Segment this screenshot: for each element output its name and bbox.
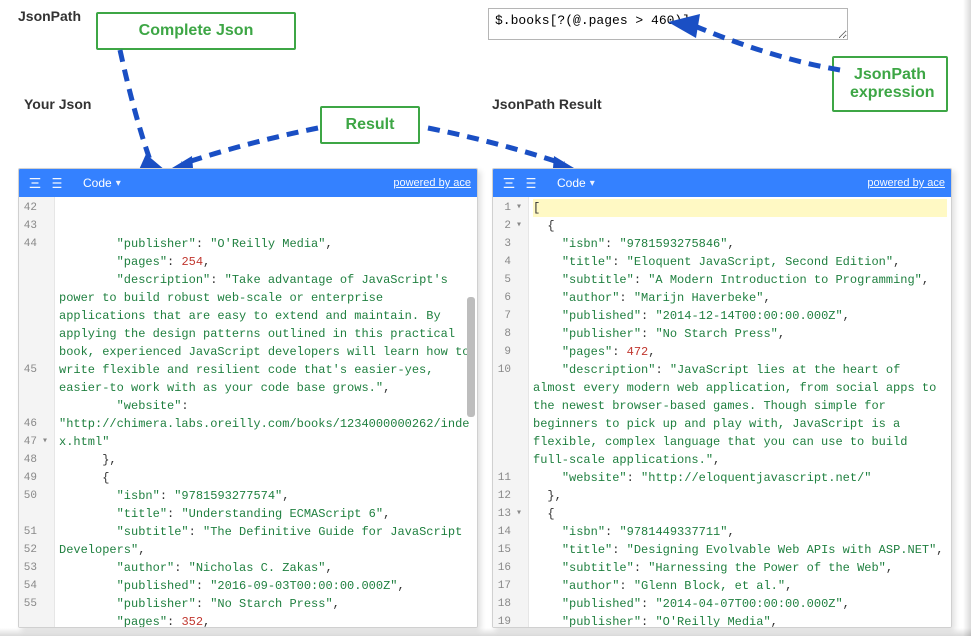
code-line[interactable]: "pages": 472,	[533, 343, 947, 361]
expand-icon[interactable]	[499, 173, 519, 193]
gutter-line: 48	[21, 451, 48, 469]
gutter-line: 53	[21, 559, 48, 577]
gutter-line: 17	[495, 577, 522, 595]
code-line[interactable]: "author": "Nicholas C. Zakas",	[59, 559, 473, 577]
code-line[interactable]: "subtitle": "The Definitive Guide for Ja…	[59, 523, 473, 559]
your-json-label: Your Json	[24, 96, 91, 112]
scrollbar-thumb[interactable]	[467, 297, 475, 417]
right-editor-panel: Code powered by ace 1▾2▾345678910111213▾…	[492, 168, 952, 628]
code-line[interactable]: "author": "Marijn Haverbeke",	[533, 289, 947, 307]
code-line[interactable]: "isbn": "9781593277574",	[59, 487, 473, 505]
collapse-icon[interactable]	[47, 173, 67, 193]
right-content[interactable]: [ { "isbn": "9781593275846", "title": "E…	[529, 197, 951, 627]
arrow-complete-to-left	[94, 44, 174, 184]
code-line[interactable]: "subtitle": "Harnessing the Power of the…	[533, 559, 947, 577]
gutter-line: 5	[495, 271, 522, 289]
gutter-line: 44	[21, 235, 48, 361]
gutter-line: 7	[495, 307, 522, 325]
code-line[interactable]: {	[533, 505, 947, 523]
code-line[interactable]: "pages": 352,	[59, 613, 473, 627]
left-gutter: 424344454647▾4849505152535455	[19, 197, 55, 627]
code-line[interactable]: },	[59, 451, 473, 469]
gutter-line: 54	[21, 577, 48, 595]
callout-expression: JsonPath expression	[832, 56, 948, 112]
code-line[interactable]: "publisher": "No Starch Press",	[59, 595, 473, 613]
code-line[interactable]: "title": "Understanding ECMAScript 6",	[59, 505, 473, 523]
code-line[interactable]: {	[59, 469, 473, 487]
code-line[interactable]: "author": "Glenn Block, et al.",	[533, 577, 947, 595]
code-line[interactable]: "publisher": "O'Reilly Media",	[59, 235, 473, 253]
left-editor[interactable]: 424344454647▾4849505152535455 "publisher…	[19, 197, 477, 627]
code-line[interactable]: "publisher": "No Starch Press",	[533, 325, 947, 343]
code-line[interactable]: "website": "http://eloquentjavascript.ne…	[533, 469, 947, 487]
expand-icon[interactable]	[25, 173, 45, 193]
callout-complete-json: Complete Json	[96, 12, 296, 50]
code-line[interactable]: "title": "Eloquent JavaScript, Second Ed…	[533, 253, 947, 271]
gutter-line: 14	[495, 523, 522, 541]
left-content[interactable]: "publisher": "O'Reilly Media", "pages": …	[55, 197, 477, 627]
left-toolbar: Code powered by ace	[19, 169, 477, 197]
gutter-line: 13▾	[495, 505, 522, 523]
code-line[interactable]: "isbn": "9781593275846",	[533, 235, 947, 253]
gutter-line: 45	[21, 361, 48, 415]
page-shadow	[963, 0, 971, 636]
code-line[interactable]: "isbn": "9781449337711",	[533, 523, 947, 541]
code-line[interactable]: "description": "JavaScript lies at the h…	[533, 361, 947, 469]
gutter-line: 11	[495, 469, 522, 487]
mode-dropdown[interactable]: Code	[557, 176, 595, 190]
code-line[interactable]: "website": "http://chimera.labs.oreilly.…	[59, 397, 473, 451]
gutter-line: 9	[495, 343, 522, 361]
code-line[interactable]: [	[533, 199, 947, 217]
gutter-line: 6	[495, 289, 522, 307]
gutter-line: 4	[495, 253, 522, 271]
code-line[interactable]: "description": "Take advantage of JavaSc…	[59, 271, 473, 397]
right-toolbar: Code powered by ace	[493, 169, 951, 197]
powered-by-link[interactable]: powered by ace	[393, 177, 471, 189]
left-editor-panel: Code powered by ace 424344454647▾4849505…	[18, 168, 478, 628]
right-editor[interactable]: 1▾2▾345678910111213▾1415161718192021 [ {…	[493, 197, 951, 627]
gutter-line: 55	[21, 595, 48, 628]
gutter-line: 19	[495, 613, 522, 628]
code-line[interactable]: "published": "2014-04-07T00:00:00.000Z",	[533, 595, 947, 613]
callout-result: Result	[320, 106, 420, 144]
result-label: JsonPath Result	[492, 96, 602, 112]
code-line[interactable]: "published": "2016-09-03T00:00:00.000Z",	[59, 577, 473, 595]
bottom-shadow	[0, 628, 971, 636]
gutter-line: 15	[495, 541, 522, 559]
gutter-line: 52	[21, 541, 48, 559]
mode-dropdown[interactable]: Code	[83, 176, 121, 190]
gutter-line: 49	[21, 469, 48, 487]
gutter-line: 10	[495, 361, 522, 469]
gutter-line: 16	[495, 559, 522, 577]
gutter-line: 8	[495, 325, 522, 343]
code-line[interactable]: "pages": 254,	[59, 253, 473, 271]
code-line[interactable]: "publisher": "O'Reilly Media",	[533, 613, 947, 627]
gutter-line: 51	[21, 523, 48, 541]
gutter-line: 1▾	[495, 199, 522, 217]
gutter-line: 12	[495, 487, 522, 505]
powered-by-link[interactable]: powered by ace	[867, 177, 945, 189]
gutter-line: 47▾	[21, 433, 48, 451]
code-line[interactable]: "subtitle": "A Modern Introduction to Pr…	[533, 271, 947, 289]
code-line[interactable]: "published": "2014-12-14T00:00:00.000Z",	[533, 307, 947, 325]
gutter-line: 2▾	[495, 217, 522, 235]
gutter-line: 46	[21, 415, 48, 433]
gutter-line: 18	[495, 595, 522, 613]
gutter-line: 42	[21, 199, 48, 217]
code-line[interactable]: },	[533, 487, 947, 505]
jsonpath-input[interactable]	[488, 8, 848, 40]
gutter-line: 43	[21, 217, 48, 235]
code-line[interactable]: "title": "Designing Evolvable Web APIs w…	[533, 541, 947, 559]
collapse-icon[interactable]	[521, 173, 541, 193]
code-line[interactable]: {	[533, 217, 947, 235]
gutter-line: 3	[495, 235, 522, 253]
gutter-line: 50	[21, 487, 48, 523]
right-gutter: 1▾2▾345678910111213▾1415161718192021	[493, 197, 529, 627]
